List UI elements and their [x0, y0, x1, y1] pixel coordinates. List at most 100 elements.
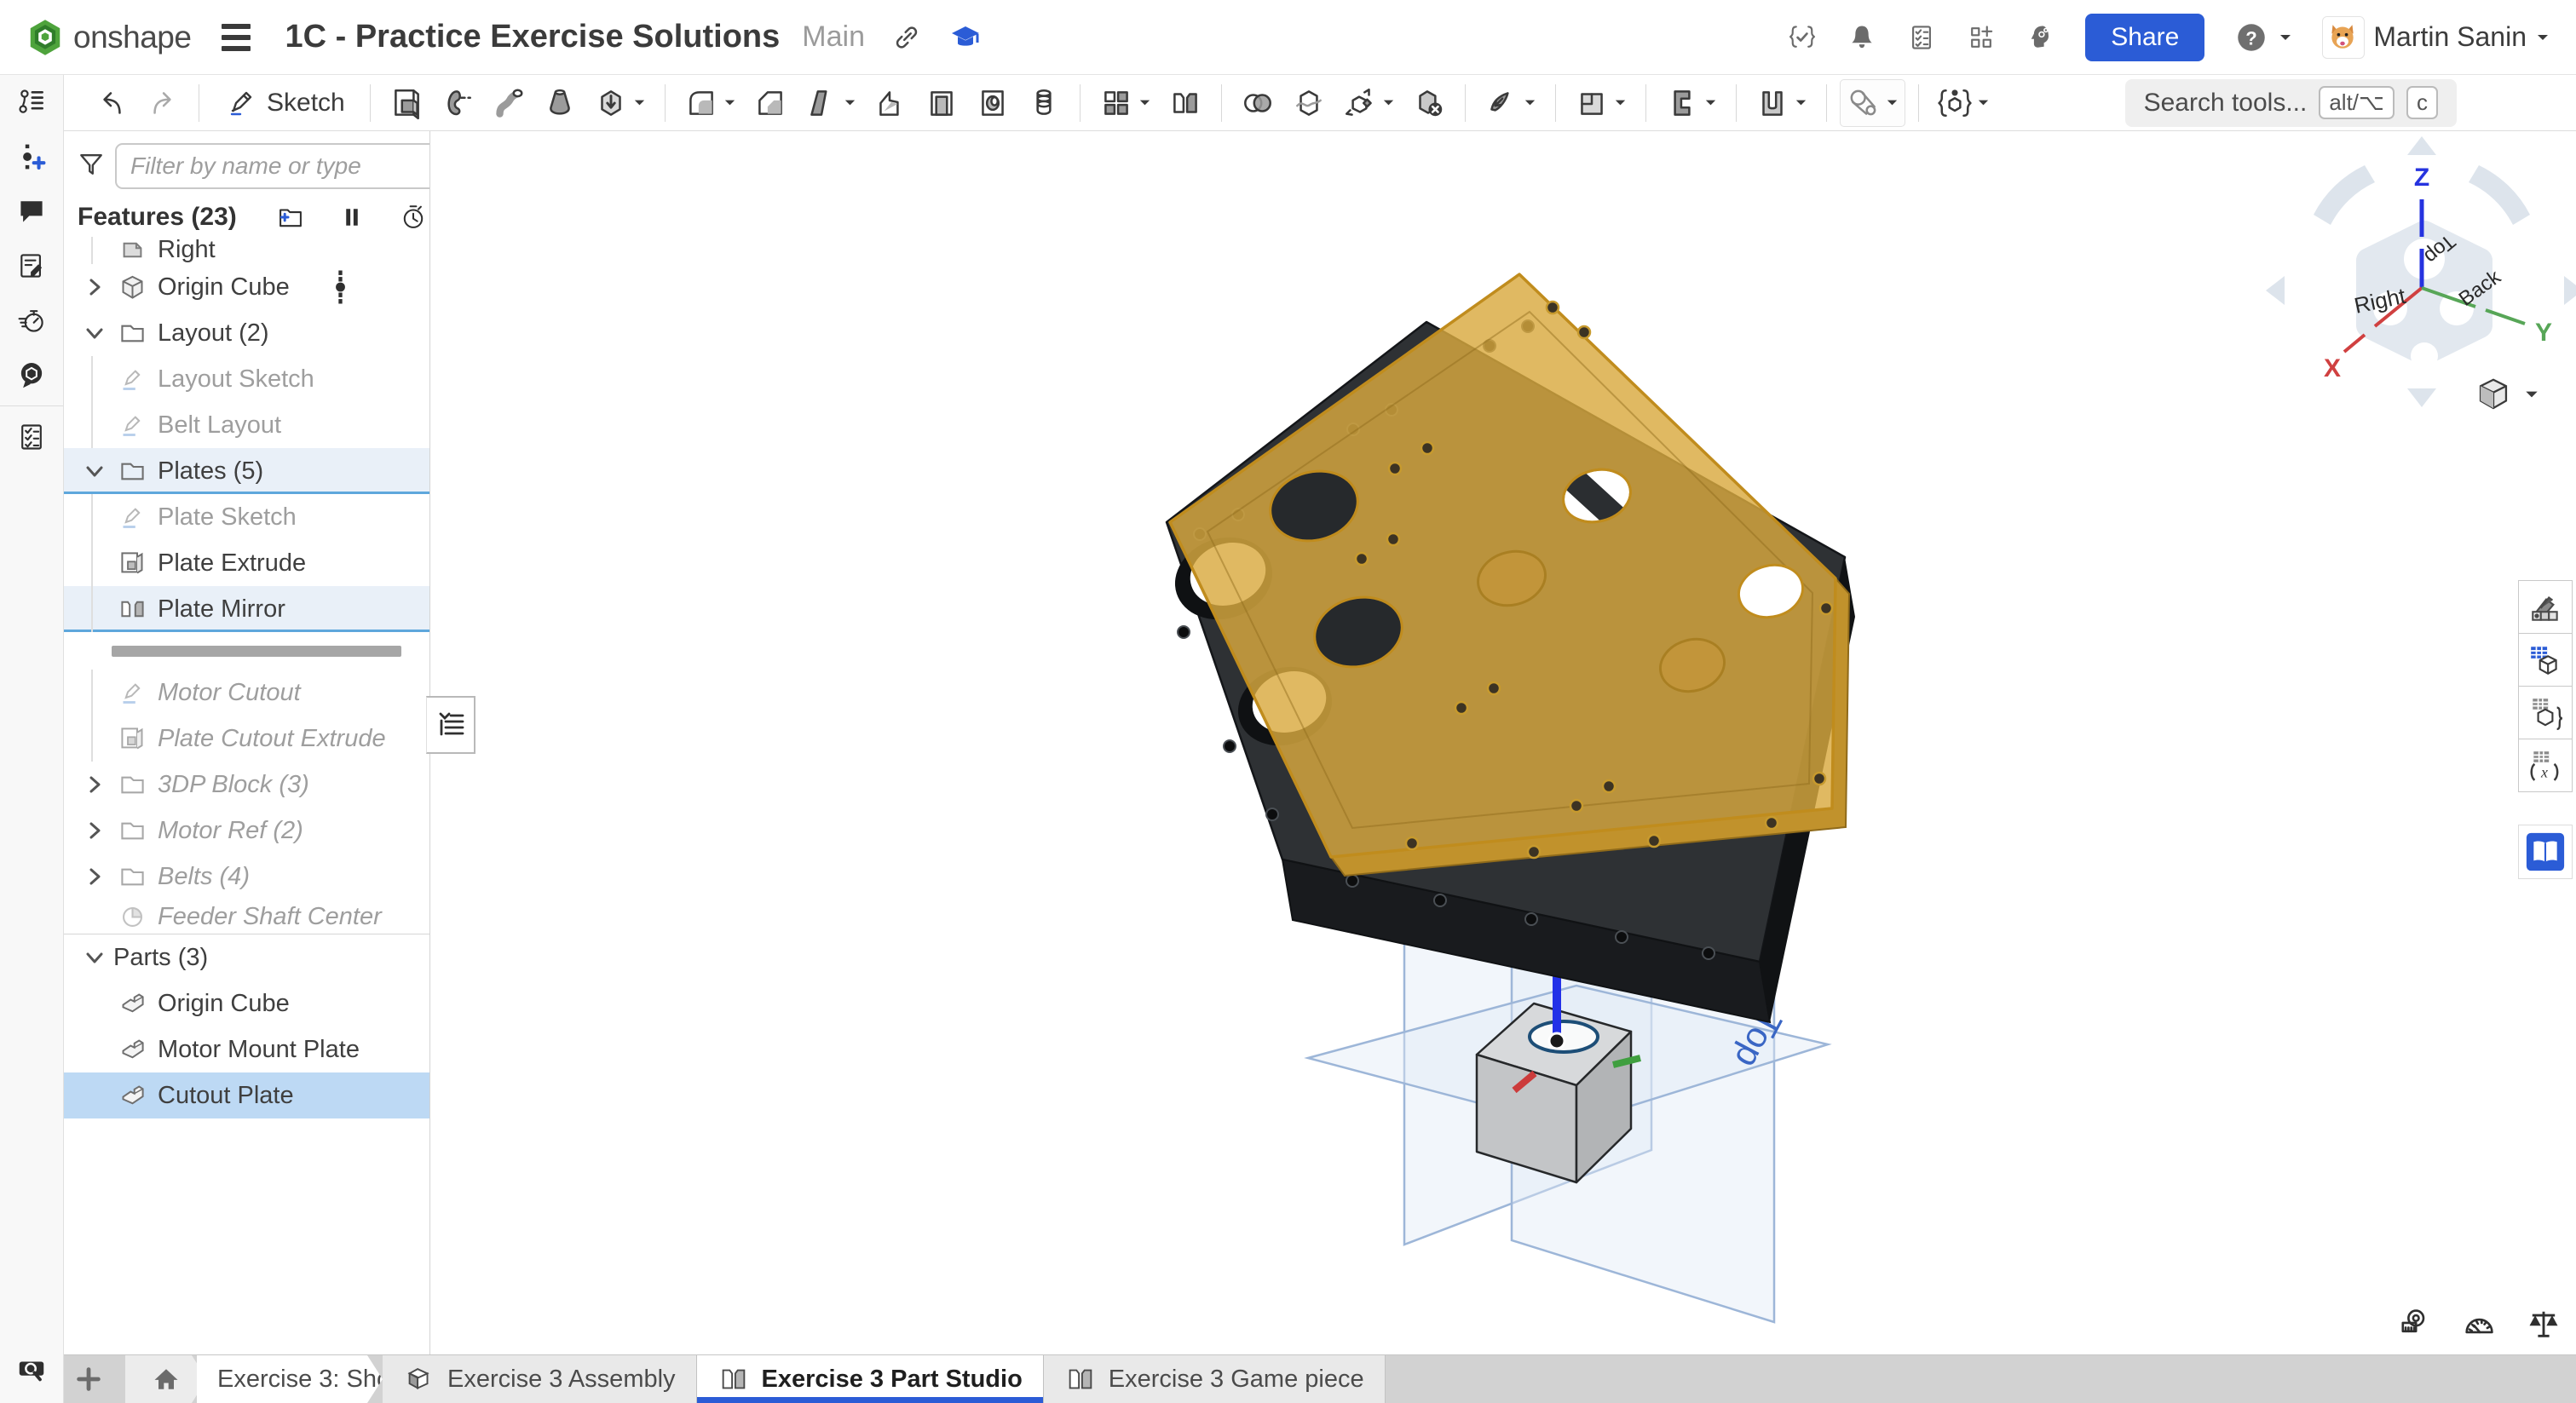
transform-tool-button[interactable]: [1337, 79, 1401, 127]
tasks-checklist-icon[interactable]: [1906, 22, 1937, 53]
ai-assistant-icon[interactable]: [2026, 22, 2056, 53]
feature-drag-handle-icon[interactable]: [335, 268, 346, 306]
document-tab[interactable]: Exercise 3: Sho: [197, 1355, 383, 1403]
thicken-tool-button[interactable]: [588, 79, 652, 127]
comments-icon[interactable]: [0, 184, 63, 239]
planetool-tool-button[interactable]: [1569, 79, 1633, 127]
feature-row[interactable]: Motor Ref (2): [64, 808, 429, 854]
fillet-tool-button[interactable]: [678, 79, 742, 127]
flange-tool-button[interactable]: [1749, 79, 1813, 127]
new-folder-icon[interactable]: [276, 203, 305, 232]
new-tab-button[interactable]: [64, 1355, 113, 1403]
feature-row[interactable]: Belts (4): [64, 854, 429, 900]
split-tool-button[interactable]: [1286, 79, 1332, 127]
measure-tape-icon[interactable]: [2394, 1303, 2435, 1344]
feature-row[interactable]: Layout Sketch: [64, 356, 429, 402]
help-menu[interactable]: ?: [2233, 20, 2293, 55]
feature-row[interactable]: 3DP Block (3): [64, 762, 429, 808]
share-button[interactable]: Share: [2085, 14, 2204, 61]
chamfer-tool-button[interactable]: [747, 79, 793, 127]
versions-history-icon[interactable]: [0, 75, 63, 129]
sweep-tool-button[interactable]: [486, 79, 532, 127]
performance-icon[interactable]: [0, 293, 63, 348]
shell-tool-button[interactable]: [919, 79, 965, 127]
surface-tool-button[interactable]: [1478, 79, 1542, 127]
undo-tool-button[interactable]: [89, 79, 135, 127]
configuration-table-icon[interactable]: [2518, 686, 2573, 739]
filter-icon[interactable]: [76, 149, 107, 184]
sheetmetal-tool-button[interactable]: [1659, 79, 1723, 127]
revolve-tool-button[interactable]: [435, 79, 481, 127]
rollback-bar[interactable]: [112, 646, 401, 657]
user-menu[interactable]: Martin Sanin: [2322, 16, 2550, 59]
feature-row[interactable]: Plate Extrude: [64, 540, 429, 586]
extrude-tool-button[interactable]: [383, 79, 429, 127]
release-notes-icon[interactable]: [0, 239, 63, 293]
appearance-swatches-icon[interactable]: [2518, 580, 2573, 634]
sketch-button[interactable]: Sketch: [212, 79, 357, 127]
document-tab[interactable]: Exercise 3 Part Studio: [697, 1355, 1044, 1403]
redo-tool-button[interactable]: [140, 79, 186, 127]
feature-row[interactable]: Plate Cutout Extrude: [64, 716, 429, 762]
pause-icon[interactable]: [339, 204, 365, 230]
rib-tool-button[interactable]: [867, 79, 913, 127]
chevron-down-icon[interactable]: [76, 323, 113, 343]
custom-table-icon[interactable]: [2518, 633, 2573, 687]
tab-search-icon[interactable]: [0, 1343, 63, 1398]
part-row[interactable]: Cutout Plate: [64, 1072, 429, 1118]
part-row[interactable]: Motor Mount Plate: [64, 1026, 429, 1072]
chevron-down-icon[interactable]: [76, 947, 113, 968]
loft-tool-button[interactable]: [537, 79, 583, 127]
chevron-right-icon[interactable]: [76, 866, 113, 887]
document-menu-icon[interactable]: [222, 24, 251, 51]
chevron-right-icon[interactable]: [76, 277, 113, 297]
mirror-tool-button[interactable]: [1162, 79, 1208, 127]
draft-tool-button[interactable]: [798, 79, 862, 127]
parts-header[interactable]: Parts (3): [64, 934, 429, 980]
document-tab[interactable]: Exercise 3 Assembly: [383, 1355, 697, 1403]
feature-row[interactable]: Plates (5): [64, 448, 429, 494]
copy-link-icon[interactable]: [890, 21, 923, 54]
filter-input[interactable]: [115, 143, 430, 189]
search-tools[interactable]: Search tools... alt/⌥ c: [2125, 79, 2457, 127]
pattern-tool-button[interactable]: [1093, 79, 1157, 127]
feature-row[interactable]: Layout (2): [64, 310, 429, 356]
feature-row[interactable]: Feeder Shaft Center: [64, 900, 429, 934]
chevron-right-icon[interactable]: [76, 774, 113, 795]
featurescript-check-icon[interactable]: [1787, 22, 1818, 53]
belt-tool-button[interactable]: [1840, 79, 1905, 127]
onshape-logo-icon[interactable]: [26, 18, 65, 57]
variable-table-icon[interactable]: x: [2518, 739, 2573, 792]
todo-checklist-icon[interactable]: [0, 410, 63, 464]
fscube-tool-button[interactable]: [1932, 79, 1996, 127]
3d-viewport[interactable]: Front Right Top: [430, 131, 2576, 1354]
deletepart-tool-button[interactable]: [1406, 79, 1452, 127]
learning-center-icon[interactable]: [948, 20, 983, 55]
document-tab[interactable]: Exercise 3 Game piece: [1044, 1355, 1386, 1403]
feature-row[interactable]: Right: [64, 237, 429, 264]
view-cube[interactable]: Z X Y Top Right Back: [2262, 133, 2576, 414]
workspace-name[interactable]: Main: [802, 20, 865, 54]
app-store-grid-icon[interactable]: [1966, 22, 1997, 53]
chevron-down-icon[interactable]: [76, 461, 113, 481]
part-row[interactable]: Origin Cube: [64, 980, 429, 1026]
feature-row[interactable]: Plate Sketch: [64, 494, 429, 540]
boolean-tool-button[interactable]: [1235, 79, 1281, 127]
learning-book-icon[interactable]: [2518, 825, 2573, 879]
home-tab-button[interactable]: [125, 1355, 207, 1403]
onshape-feedback-icon[interactable]: [0, 348, 63, 402]
create-version-icon[interactable]: [0, 129, 63, 184]
notifications-bell-icon[interactable]: [1847, 22, 1877, 53]
panel-collapse-button[interactable]: [426, 696, 475, 754]
mass-properties-icon[interactable]: [2523, 1303, 2564, 1344]
feature-row[interactable]: Belt Layout: [64, 402, 429, 448]
chevron-right-icon[interactable]: [76, 820, 113, 841]
view-options-button[interactable]: [2474, 375, 2540, 414]
history-clock-icon[interactable]: [399, 203, 428, 232]
linpattern-tool-button[interactable]: [1021, 79, 1067, 127]
feature-row[interactable]: Motor Cutout: [64, 670, 429, 716]
feature-row[interactable]: Plate Mirror: [64, 586, 429, 632]
protractor-icon[interactable]: [2458, 1303, 2499, 1344]
feature-row[interactable]: Origin Cube: [64, 264, 429, 310]
hole-tool-button[interactable]: [970, 79, 1016, 127]
